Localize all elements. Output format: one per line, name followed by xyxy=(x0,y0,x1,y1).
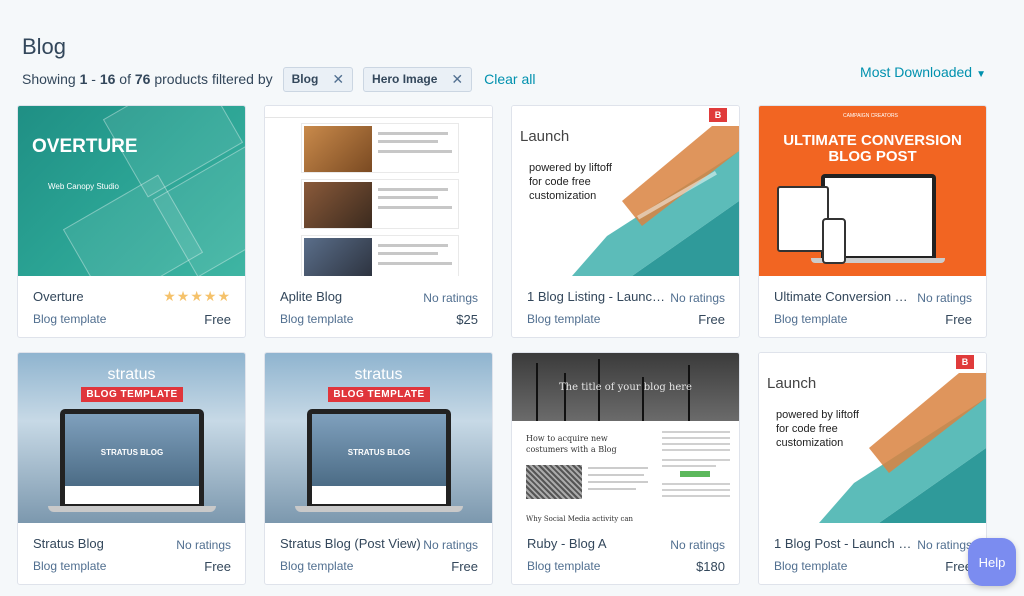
product-rating: No ratings xyxy=(176,538,231,552)
product-name: Ruby - Blog A xyxy=(527,536,607,551)
clear-all-link[interactable]: Clear all xyxy=(484,71,535,87)
product-rating: No ratings xyxy=(670,291,725,305)
product-card-ruby-blog-a[interactable]: The title of your blog here How to acqui… xyxy=(511,352,740,585)
close-icon[interactable]: ✕ xyxy=(332,71,344,88)
star-rating: ★★★★★ xyxy=(163,288,231,304)
close-icon[interactable]: ✕ xyxy=(451,71,463,88)
product-card-overture[interactable]: OVERTURE Web Canopy Studio Overture ★★★★… xyxy=(17,105,246,338)
sort-dropdown[interactable]: Most Downloaded ▼ xyxy=(860,64,986,80)
product-type: Blog template xyxy=(33,559,107,573)
product-type: Blog template xyxy=(774,312,848,326)
product-name: Stratus Blog xyxy=(33,536,104,551)
product-card-aplite-blog[interactable]: Aplite Blog No ratings Blog template $25 xyxy=(264,105,493,338)
product-price: Free xyxy=(945,312,972,327)
chevron-down-icon: ▼ xyxy=(976,69,986,80)
product-name: Ultimate Conversion Blog Post xyxy=(774,289,914,304)
product-card-stratus-blog-post-view[interactable]: stratus BLOG TEMPLATE STRATUS BLOG Strat… xyxy=(264,352,493,585)
filter-chip-hero-image: Hero Image ✕ xyxy=(363,66,473,92)
product-price: Free xyxy=(204,559,231,574)
product-card-stratus-blog[interactable]: stratus BLOG TEMPLATE STRATUS BLOG Strat… xyxy=(17,352,246,585)
product-price: Free xyxy=(451,559,478,574)
help-button[interactable]: Help xyxy=(968,538,1016,586)
product-price: $180 xyxy=(696,559,725,574)
product-type: Blog template xyxy=(527,559,601,573)
product-rating: No ratings xyxy=(670,538,725,552)
product-thumbnail: OVERTURE Web Canopy Studio xyxy=(18,106,245,276)
results-summary: Showing 1 - 16 of 76 products filtered b… xyxy=(22,71,273,87)
product-rating: No ratings xyxy=(917,538,972,552)
product-price: Free xyxy=(698,312,725,327)
product-type: Blog template xyxy=(774,559,848,573)
product-name: 1 Blog Post - Launch - ... xyxy=(774,536,914,551)
product-card-ultimate-conversion[interactable]: CAMPAIGN CREATORS ULTIMATE CONVERSION BLO… xyxy=(758,105,987,338)
product-name: Aplite Blog xyxy=(280,289,343,304)
product-price: $25 xyxy=(456,312,478,327)
product-thumbnail: stratus BLOG TEMPLATE STRATUS BLOG xyxy=(265,353,492,523)
product-thumbnail: B Launch powered by liftoff for code free… xyxy=(759,353,986,523)
product-name: 1 Blog Listing - Launch - ... xyxy=(527,289,667,304)
page-title: Blog xyxy=(22,34,67,59)
product-rating: No ratings xyxy=(423,538,478,552)
product-price: Free xyxy=(204,312,231,327)
product-thumbnail xyxy=(265,106,492,276)
product-type: Blog template xyxy=(280,312,354,326)
product-thumbnail: stratus BLOG TEMPLATE STRATUS BLOG xyxy=(18,353,245,523)
product-rating: No ratings xyxy=(917,291,972,305)
product-name: Overture xyxy=(33,289,84,304)
product-type: Blog template xyxy=(280,559,354,573)
product-name: Stratus Blog (Post View) xyxy=(280,536,421,551)
filter-chip-blog: Blog ✕ xyxy=(282,66,354,92)
product-thumbnail: The title of your blog here How to acqui… xyxy=(512,353,739,523)
product-card-blog-post-launch[interactable]: B Launch powered by liftoff for code free… xyxy=(758,352,987,585)
product-card-blog-listing-launch[interactable]: B Launch powered by liftoff for code free… xyxy=(511,105,740,338)
product-type: Blog template xyxy=(33,312,107,326)
product-thumbnail: B Launch powered by liftoff for code free… xyxy=(512,106,739,276)
product-type: Blog template xyxy=(527,312,601,326)
product-thumbnail: CAMPAIGN CREATORS ULTIMATE CONVERSION BLO… xyxy=(759,106,986,276)
filter-bar: Showing 1 - 16 of 76 products filtered b… xyxy=(22,66,536,92)
product-rating: No ratings xyxy=(423,291,478,305)
